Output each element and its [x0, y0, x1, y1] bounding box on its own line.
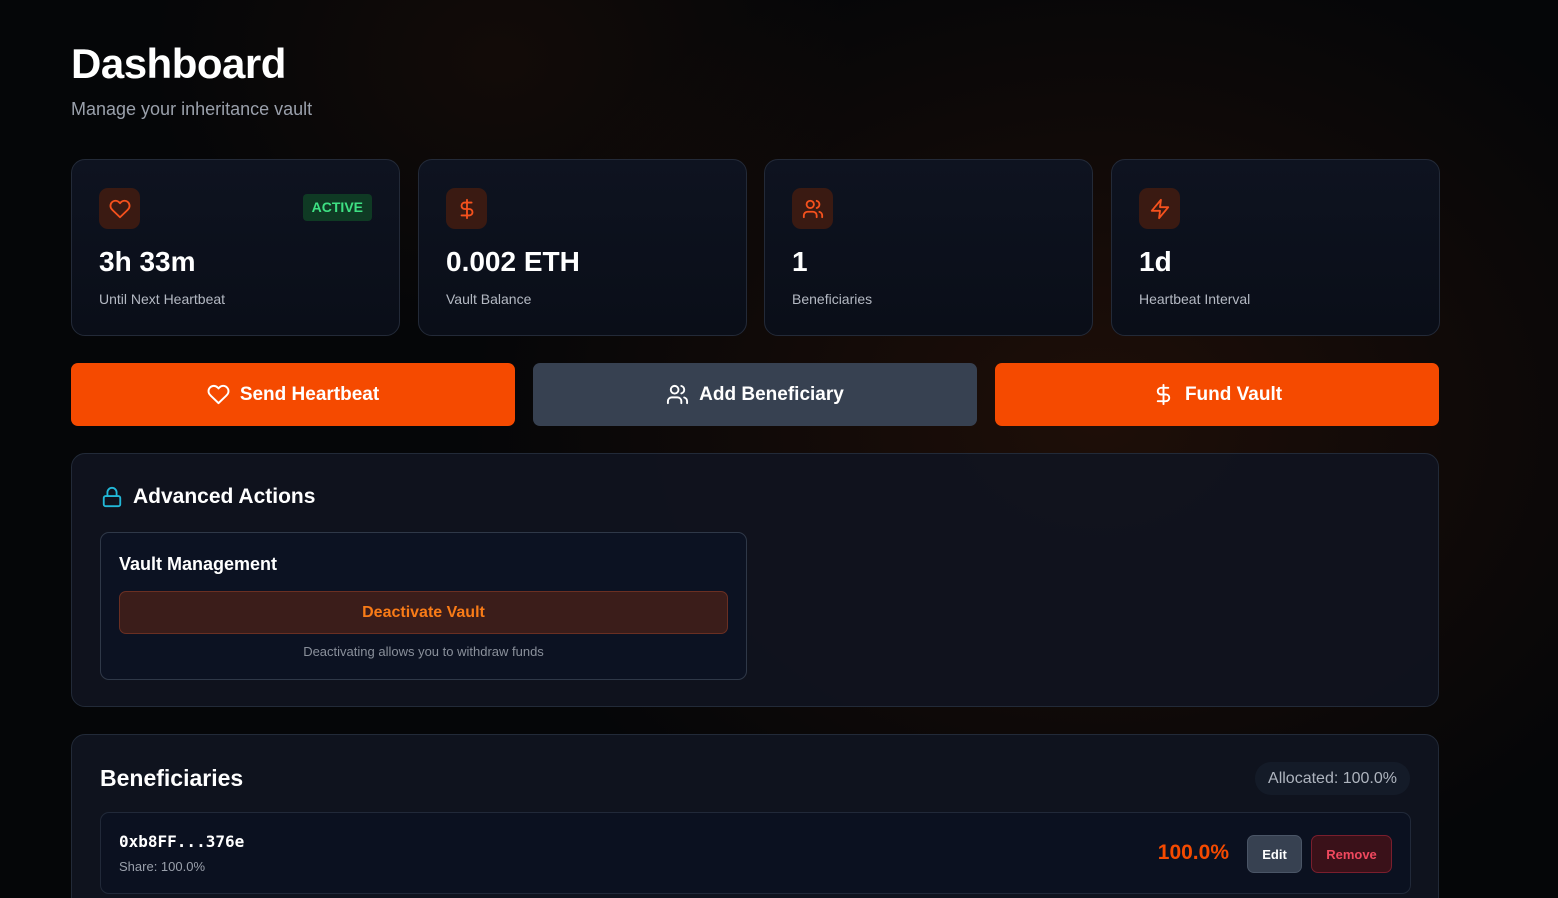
advanced-actions-panel: Advanced Actions Vault Management Deacti…: [71, 453, 1439, 707]
stat-label: Until Next Heartbeat: [99, 291, 226, 307]
lightning-icon: [1139, 188, 1180, 229]
stat-card-beneficiaries: 1 Beneficiaries: [764, 159, 1093, 336]
send-heartbeat-label: Send Heartbeat: [239, 383, 380, 405]
add-beneficiary-label: Add Beneficiary: [699, 383, 844, 405]
status-badge: ACTIVE: [302, 194, 372, 221]
fund-vault-button[interactable]: Fund Vault: [995, 363, 1439, 426]
beneficiary-address: 0xb8FF...376e: [119, 832, 245, 851]
add-beneficiary-button[interactable]: Add Beneficiary: [533, 363, 977, 426]
vault-management-card: Vault Management Deactivate Vault Deacti…: [100, 532, 747, 680]
page-subtitle: Manage your inheritance vault: [71, 99, 313, 119]
users-icon: [667, 384, 689, 405]
deactivate-note: Deactivating allows you to withdraw fund…: [303, 644, 544, 659]
stat-card-balance: 0.002 ETH Vault Balance: [418, 159, 747, 336]
stat-value: 3h 33m: [99, 246, 196, 277]
stat-value: 1d: [1139, 246, 1172, 277]
stat-label: Beneficiaries: [792, 291, 873, 307]
dollar-icon: [446, 188, 487, 229]
stat-value: 0.002 ETH: [446, 246, 580, 277]
deactivate-vault-button[interactable]: Deactivate Vault: [119, 591, 728, 634]
remove-beneficiary-button[interactable]: Remove: [1311, 835, 1392, 873]
heart-icon: [99, 188, 140, 229]
users-icon: [792, 188, 833, 229]
stats-grid: ACTIVE 3h 33m Until Next Heartbeat 0.002…: [71, 159, 1440, 336]
beneficiary-share: Share: 100.0%: [119, 859, 206, 874]
stat-card-interval: 1d Heartbeat Interval: [1111, 159, 1440, 336]
beneficiaries-title: Beneficiaries: [100, 765, 244, 791]
beneficiaries-panel: Beneficiaries Allocated: 100.0% 0xb8FF..…: [71, 734, 1439, 898]
advanced-actions-header: Advanced Actions: [101, 485, 315, 509]
fund-vault-label: Fund Vault: [1184, 383, 1283, 405]
stat-label: Vault Balance: [446, 291, 532, 307]
advanced-actions-title: Advanced Actions: [133, 485, 316, 508]
stat-value: 1: [792, 246, 808, 277]
lock-icon: [102, 486, 122, 508]
vault-management-title: Vault Management: [119, 554, 278, 574]
stat-card-heartbeat: ACTIVE 3h 33m Until Next Heartbeat: [71, 159, 400, 336]
page-title: Dashboard: [71, 40, 286, 87]
action-buttons: Send Heartbeat Add Beneficiary Fund Vaul…: [71, 363, 1439, 426]
dollar-icon: [1156, 383, 1171, 406]
heart-icon: [207, 384, 230, 405]
beneficiary-percent: 100.0%: [1157, 841, 1229, 864]
send-heartbeat-button[interactable]: Send Heartbeat: [71, 363, 515, 426]
edit-beneficiary-button[interactable]: Edit: [1247, 835, 1302, 873]
beneficiary-row: 0xb8FF...376e Share: 100.0% 100.0% Edit …: [100, 812, 1411, 894]
stat-label: Heartbeat Interval: [1139, 291, 1251, 307]
allocated-badge: Allocated: 100.0%: [1255, 762, 1410, 795]
